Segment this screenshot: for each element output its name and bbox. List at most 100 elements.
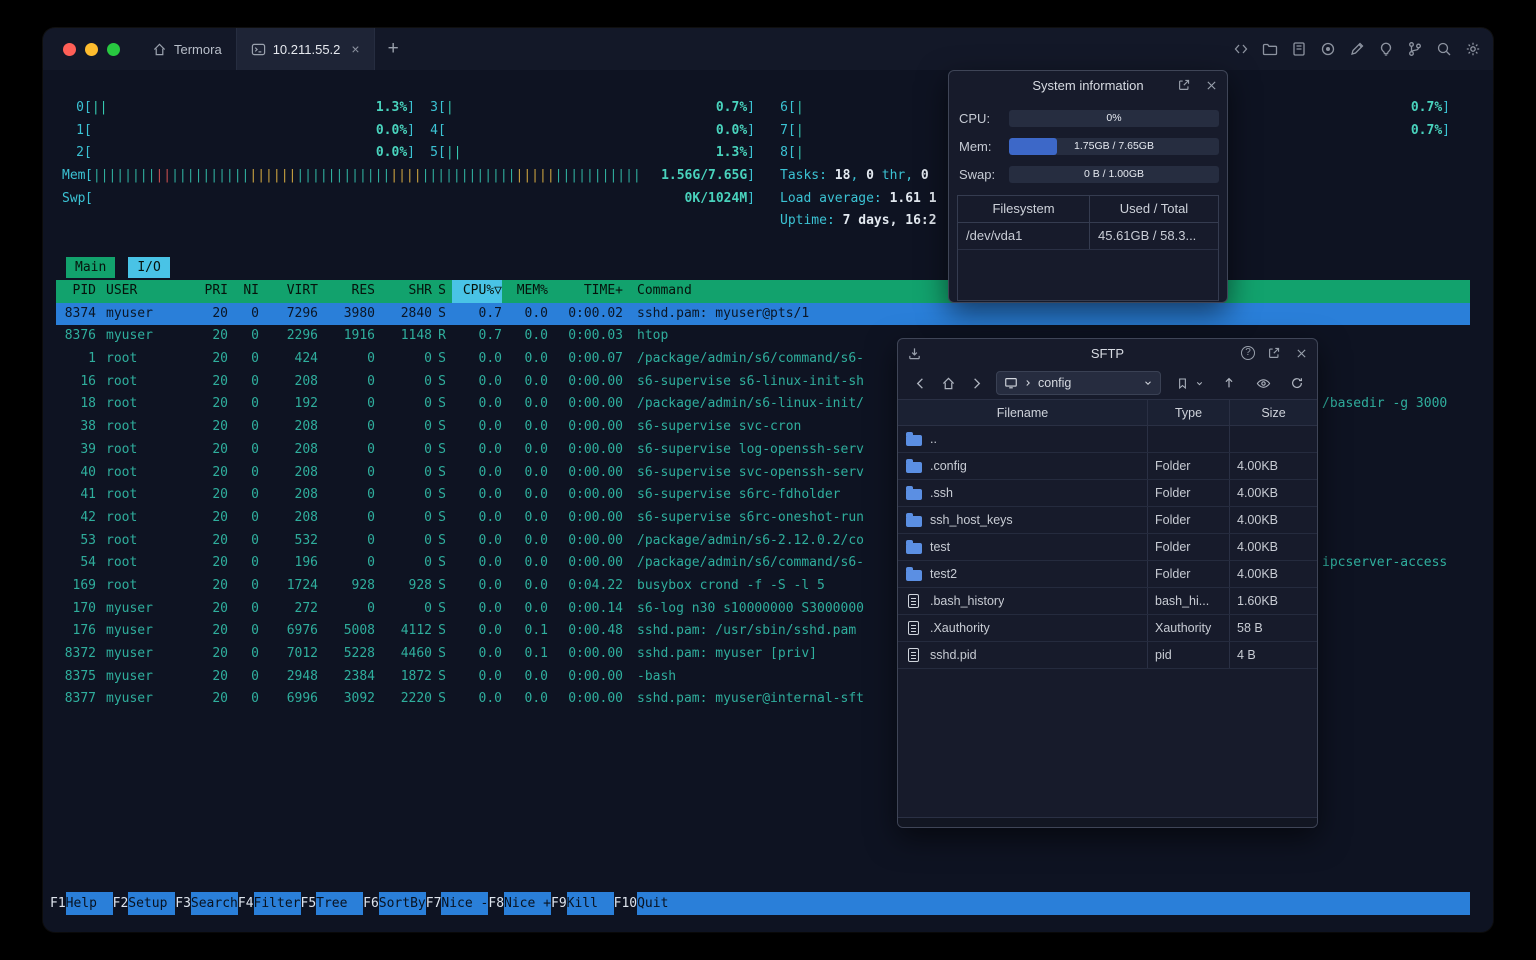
detach-panel-button[interactable] (1176, 77, 1192, 93)
process-time: 0:04.22 (568, 577, 623, 593)
process-pid: 38 (80, 419, 96, 435)
help-button[interactable]: ? (1241, 346, 1255, 360)
file-size: 4.00KB (1229, 534, 1317, 560)
process-user: root (106, 532, 138, 548)
function-key-quit[interactable]: F10 Quit (614, 892, 685, 915)
tab-home[interactable]: Termora (138, 28, 236, 70)
process-ni: 0 (251, 646, 259, 661)
filesystem-row: /dev/vda1 45.61GB / 58.3... (958, 223, 1218, 250)
file-row[interactable]: sshd.pid pid 4 B (898, 642, 1317, 669)
column-header-type[interactable]: Type (1147, 400, 1229, 425)
back-button[interactable] (908, 371, 932, 395)
function-key-filter[interactable]: F4 Filter (238, 892, 301, 915)
file-row[interactable]: test Folder 4.00KB (898, 534, 1317, 561)
chevron-down-icon (1196, 381, 1202, 385)
process-mem: 0.0 (524, 464, 548, 480)
bookmarks-dropdown-button[interactable] (1193, 371, 1205, 395)
column-header-user[interactable]: USER (96, 280, 200, 303)
log-button[interactable] (1291, 41, 1307, 57)
meter-close-bracket: ] (747, 100, 755, 115)
tab-terminal-session[interactable]: 10.211.55.2 × (235, 28, 375, 70)
meter-close-bracket: ] (747, 168, 755, 184)
column-header-pri[interactable]: PRI (200, 280, 228, 303)
meter-space (92, 142, 376, 165)
function-key-tree[interactable]: F5 Tree (301, 892, 364, 915)
meter-value: 0.7% (1410, 122, 1443, 138)
bookmarks-button[interactable] (1173, 371, 1191, 395)
parent-directory-button[interactable] (1217, 371, 1241, 395)
column-header-cpu[interactable]: CPU%▽ (452, 280, 502, 303)
arrow-up-icon (1225, 377, 1233, 388)
minimize-window-button[interactable] (85, 42, 98, 56)
htop-tab-i-o[interactable]: I/O (128, 257, 170, 278)
process-mem: 0.0 (524, 509, 548, 525)
htop-tab-main[interactable]: Main (66, 257, 116, 278)
function-key-nice-[interactable]: F7 Nice - (426, 892, 489, 915)
process-s: S (438, 509, 446, 525)
column-header-ni[interactable]: NI (228, 280, 259, 303)
function-key-nice-[interactable]: F8 Nice + (488, 892, 551, 915)
path-breadcrumb[interactable]: config (996, 371, 1161, 395)
column-header-mem[interactable]: MEM% (502, 280, 548, 303)
file-row[interactable]: ssh_host_keys Folder 4.00KB (898, 507, 1317, 534)
file-row[interactable]: .. (898, 426, 1317, 453)
detach-panel-button[interactable] (1266, 345, 1282, 361)
code-button[interactable] (1233, 41, 1249, 57)
fkey-description: Filter (253, 892, 301, 915)
tips-button[interactable] (1378, 41, 1394, 57)
open-in-new-icon (1179, 79, 1190, 90)
search-button[interactable] (1436, 41, 1452, 57)
column-header-res[interactable]: RES (318, 280, 375, 303)
process-user: root (106, 396, 138, 412)
file-row[interactable]: .bash_history bash_hi... 1.60KB (898, 588, 1317, 615)
swap-value: 0 B / 1.00GB (1083, 168, 1145, 180)
function-key-kill[interactable]: F9 Kill (551, 892, 614, 915)
column-header-time[interactable]: TIME+ (548, 280, 623, 303)
close-panel-button[interactable] (1293, 345, 1309, 361)
process-s: S (438, 464, 446, 480)
function-key-search[interactable]: F3 Search (175, 892, 238, 915)
file-row[interactable]: .Xauthority Xauthority 58 B (898, 615, 1317, 642)
close-window-button[interactable] (63, 42, 76, 56)
column-header-virt[interactable]: VIRT (259, 280, 318, 303)
folder-icon (906, 432, 922, 446)
record-button[interactable] (1320, 41, 1336, 57)
process-row[interactable]: 8374 myuser 20 0 7296 3980 2840 S 0.7 0.0 0:00.02 s… (56, 302, 1470, 326)
settings-button[interactable] (1465, 41, 1481, 57)
column-header-pid[interactable]: PID (56, 280, 96, 303)
edit-button[interactable] (1349, 41, 1365, 57)
file-name: .bash_history (930, 594, 1005, 608)
function-key-sortby[interactable]: F6 SortBy (363, 892, 426, 915)
process-res: 0 (367, 396, 375, 412)
zoom-window-button[interactable] (107, 42, 120, 56)
transfers-button[interactable] (906, 345, 922, 361)
file-row[interactable]: .config Folder 4.00KB (898, 453, 1317, 480)
refresh-button[interactable] (1285, 371, 1309, 395)
file-name-cell: .Xauthority (898, 621, 1147, 635)
column-header-filename[interactable]: Filename (898, 400, 1147, 425)
function-key-setup[interactable]: F2 Setup (113, 892, 176, 915)
file-name: ssh_host_keys (930, 513, 1013, 527)
tab-close-icon[interactable]: × (351, 41, 359, 57)
function-key-help[interactable]: F1 Help (50, 892, 113, 915)
process-ni: 0 (251, 509, 259, 525)
forward-button[interactable] (964, 371, 988, 395)
column-header-shr[interactable]: SHR (375, 280, 432, 303)
file-row[interactable]: .ssh Folder 4.00KB (898, 480, 1317, 507)
process-ni: 0 (251, 305, 259, 321)
home-directory-button[interactable] (936, 371, 960, 395)
process-virt: 2948 (286, 668, 318, 684)
show-hidden-files-button[interactable] (1251, 371, 1275, 395)
close-panel-button[interactable] (1203, 77, 1219, 93)
horizontal-scrollbar[interactable] (898, 817, 1317, 827)
bookmark-icon (1178, 378, 1186, 389)
branch-button[interactable] (1407, 41, 1423, 57)
file-row[interactable]: test2 Folder 4.00KB (898, 561, 1317, 588)
new-tab-button[interactable]: + (375, 28, 412, 70)
column-header-used-total: Used / Total (1119, 201, 1189, 216)
column-header-size[interactable]: Size (1229, 400, 1317, 425)
folder-button[interactable] (1262, 41, 1278, 57)
process-s: S (438, 691, 446, 707)
column-header-s[interactable]: S (432, 280, 452, 303)
meter-label: 7 (780, 122, 788, 138)
